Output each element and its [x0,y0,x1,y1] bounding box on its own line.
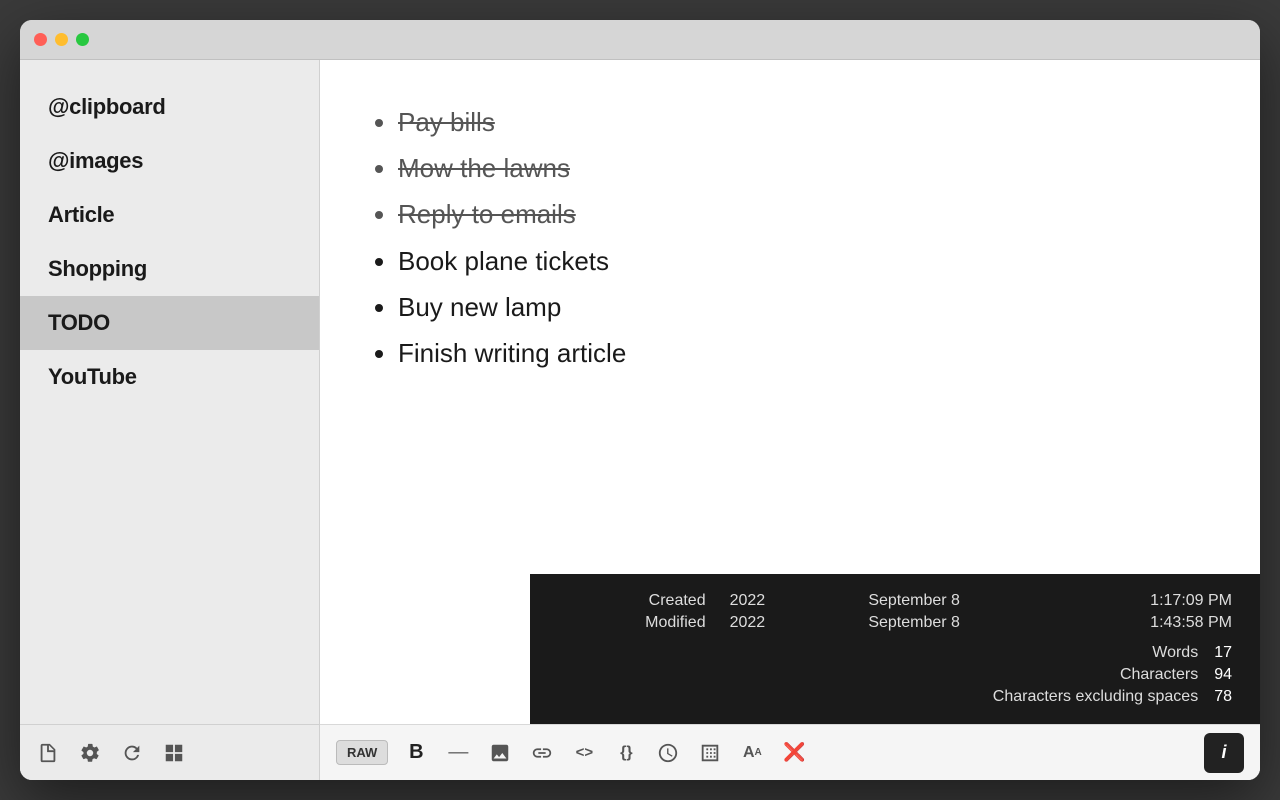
new-file-button[interactable] [36,741,60,765]
sidebar-toolbar [20,724,319,780]
sidebar-item-youtube[interactable]: YouTube [20,350,319,404]
sidebar-items-list: @clipboard @images Article Shopping TODO… [20,60,319,724]
sidebar-item-article[interactable]: Article [20,188,319,242]
editor-panel: Pay bills Mow the lawns Reply to emails … [320,60,1260,780]
sidebar-item-clipboard[interactable]: @clipboard [20,80,319,134]
clear-format-icon[interactable]: ❌ [780,739,808,767]
info-button[interactable]: i [1204,733,1244,773]
new-file-icon [37,742,59,764]
created-time: 1:17:09 PM [1063,592,1232,610]
editor-toolbar: RAW B — <> {} [320,724,1260,780]
chars-no-spaces-label: Characters excluding spaces [558,688,1198,706]
stats-grid: Words 17 Characters 94 Characters exclud… [558,644,1232,706]
characters-label: Characters [558,666,1198,684]
refresh-button[interactable] [120,741,144,765]
curly-braces-icon[interactable]: {} [612,739,640,767]
image-icon[interactable] [486,739,514,767]
link-icon[interactable] [528,739,556,767]
modified-year: 2022 [730,614,869,632]
table-icon[interactable] [696,739,724,767]
modified-time: 1:43:58 PM [1063,614,1232,632]
info-panel: Created 2022 September 8 1:17:09 PM Modi… [530,574,1260,724]
traffic-lights [34,33,89,46]
list-item-buy-lamp: Buy new lamp [398,285,1210,329]
close-button[interactable] [34,33,47,46]
settings-button[interactable] [78,741,102,765]
sidebar: @clipboard @images Article Shopping TODO… [20,60,320,780]
characters-value: 94 [1214,666,1232,684]
modified-month: September 8 [868,614,1063,632]
minimize-button[interactable] [55,33,68,46]
created-label: Created [558,592,730,610]
list-item-finish-article: Finish writing article [398,331,1210,375]
clock-icon[interactable] [654,739,682,767]
todo-list: Pay bills Mow the lawns Reply to emails … [370,100,1210,375]
sidebar-item-images[interactable]: @images [20,134,319,188]
created-year: 2022 [730,592,869,610]
bold-button[interactable]: B [402,739,430,767]
created-month: September 8 [868,592,1063,610]
chars-no-spaces-value: 78 [1214,688,1232,706]
words-label: Words [558,644,1198,662]
list-item-book-tickets: Book plane tickets [398,239,1210,283]
grid-icon [163,742,185,764]
modified-label: Modified [558,614,730,632]
list-item-pay-bills: Pay bills [398,100,1210,144]
divider-icon: — [444,739,472,767]
main-content: @clipboard @images Article Shopping TODO… [20,60,1260,780]
words-value: 17 [1214,644,1232,662]
code-icon[interactable]: <> [570,739,598,767]
list-item-reply-emails: Reply to emails [398,192,1210,236]
sidebar-item-todo[interactable]: TODO [20,296,319,350]
settings-icon [79,742,101,764]
list-item-mow-lawns: Mow the lawns [398,146,1210,190]
font-icon[interactable]: AA [738,739,766,767]
app-window: @clipboard @images Article Shopping TODO… [20,20,1260,780]
refresh-icon [121,742,143,764]
maximize-button[interactable] [76,33,89,46]
raw-button[interactable]: RAW [336,740,388,765]
titlebar [20,20,1260,60]
metadata-grid: Created 2022 September 8 1:17:09 PM Modi… [558,592,1232,632]
grid-button[interactable] [162,741,186,765]
sidebar-item-shopping[interactable]: Shopping [20,242,319,296]
